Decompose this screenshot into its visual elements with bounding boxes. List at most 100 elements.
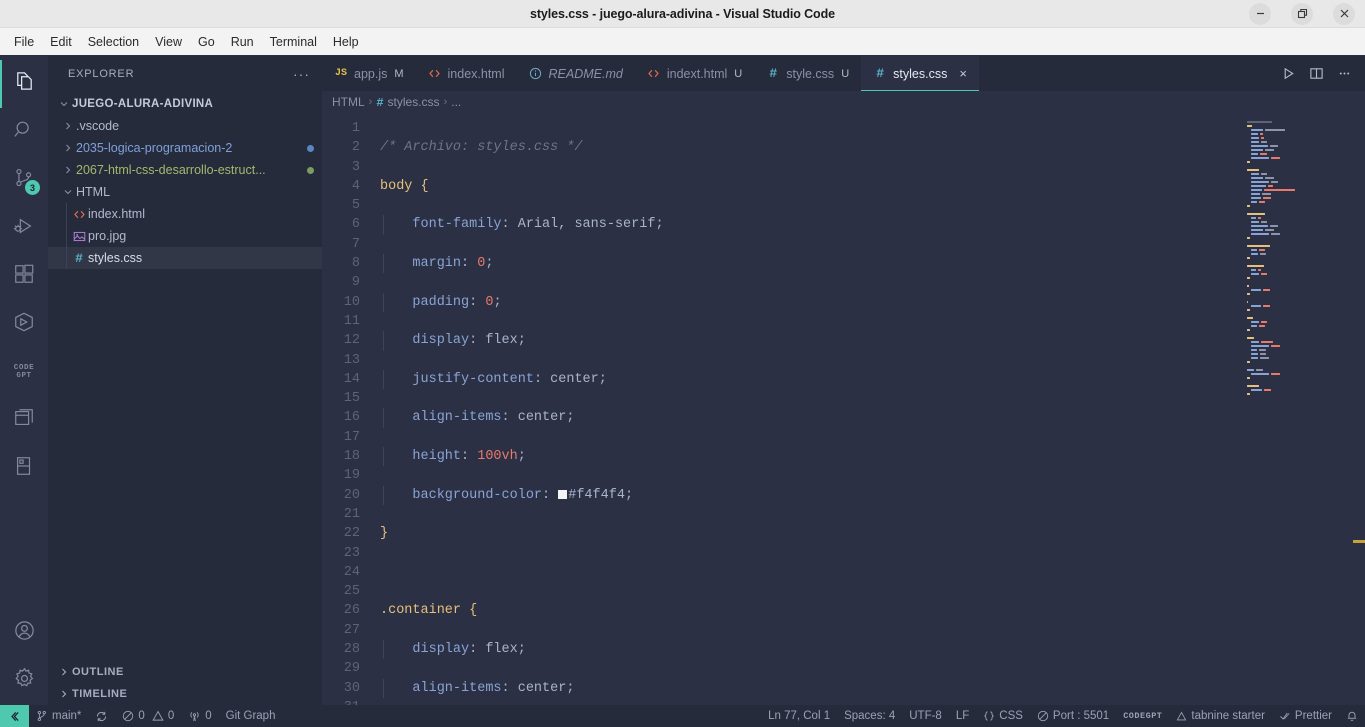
status-ports[interactable]: 0 (181, 705, 218, 727)
status-problems[interactable]: 0 0 (115, 705, 181, 727)
tree-item-vscode[interactable]: .vscode (48, 115, 322, 137)
status-language-mode[interactable]: CSS (976, 705, 1030, 727)
status-git-graph[interactable]: Git Graph (219, 705, 283, 727)
activity-database[interactable] (0, 444, 48, 492)
tab-index-html[interactable]: index.html (415, 56, 517, 91)
close-button[interactable] (1323, 0, 1365, 28)
more-actions-button[interactable] (1331, 61, 1357, 87)
status-notifications[interactable] (1339, 705, 1365, 727)
status-cursor-position[interactable]: Ln 77, Col 1 (761, 705, 837, 727)
status-remote-indicator[interactable] (0, 705, 29, 727)
activity-settings[interactable] (0, 657, 48, 705)
line-number-gutter: 1 2 3 4 5 6 7 8 9 10 11 12 13 14 15 16 17 18 19 20 21 22 23 24 2… (322, 113, 374, 705)
split-editor-button[interactable] (1303, 61, 1329, 87)
tree-item-styles-css[interactable]: # styles.css (48, 247, 322, 269)
tree-item-html-css-desarrollo[interactable]: 2067-html-css-desarrollo-estruct... (48, 159, 322, 181)
menu-file[interactable]: File (6, 32, 42, 52)
line-number: 16 (343, 410, 360, 426)
tree-item-html-folder[interactable]: HTML (48, 181, 322, 203)
menu-help[interactable]: Help (325, 32, 367, 52)
explorer-more-actions-icon[interactable]: ··· (293, 67, 310, 81)
css-icon: # (75, 250, 83, 266)
tree-item-logica-programacion[interactable]: 2035-logica-programacion-2 (48, 137, 322, 159)
activity-source-control[interactable]: 3 (0, 156, 48, 204)
tab-close-icon[interactable]: × (959, 67, 967, 80)
chevron-right-icon (60, 142, 76, 154)
minimize-button[interactable] (1239, 0, 1281, 28)
source-control-badge: 3 (25, 180, 40, 195)
files-icon (13, 70, 36, 98)
tab-app-js[interactable]: JS app.js M (322, 56, 416, 91)
activity-live-preview[interactable] (0, 396, 48, 444)
error-icon (123, 710, 134, 722)
restore-icon (1291, 2, 1313, 25)
tree-item-pro-jpg[interactable]: pro.jpg (48, 225, 322, 247)
window-controls (1239, 0, 1365, 28)
status-live-server-port[interactable]: Port : 5501 (1030, 705, 1116, 727)
section-outline[interactable]: OUTLINE (48, 661, 322, 683)
status-prettier[interactable]: Prettier (1272, 705, 1339, 727)
info-icon (529, 67, 543, 80)
tree-item-index-html[interactable]: index.html (48, 203, 322, 225)
file-tree[interactable]: JUEGO-ALURA-ADIVINA .vscode 2035-logica-… (48, 91, 322, 661)
menu-view[interactable]: View (147, 32, 190, 52)
menu-run[interactable]: Run (223, 32, 262, 52)
run-code-button[interactable] (1275, 61, 1301, 87)
tree-item-label: 2067-html-css-desarrollo-estruct... (76, 163, 266, 177)
tree-root-folder[interactable]: JUEGO-ALURA-ADIVINA (48, 93, 322, 115)
tree-item-label: .vscode (76, 119, 120, 133)
section-timeline[interactable]: TIMELINE (48, 683, 322, 705)
code-line: align-items: center; (380, 678, 1239, 698)
activity-codegpt[interactable]: CODE GPT (0, 348, 48, 396)
breadcrumb-item-html[interactable]: HTML (332, 95, 365, 109)
tab-readme-md[interactable]: README.md (516, 56, 635, 91)
code-content[interactable]: /* Archivo: styles.css */ body { font-fa… (374, 113, 1239, 705)
tab-label: README.md (548, 66, 623, 81)
line-number: 31 (322, 698, 374, 705)
activity-explorer[interactable] (0, 60, 48, 108)
line-number: 9 (351, 275, 360, 291)
overview-ruler[interactable] (1351, 113, 1365, 705)
activity-extensions[interactable] (0, 252, 48, 300)
branch-icon (37, 710, 46, 722)
activity-run-debug[interactable] (0, 204, 48, 252)
code-line: display: flex; (380, 331, 1239, 351)
breadcrumb-item-symbols[interactable]: ... (451, 95, 461, 109)
menu-terminal[interactable]: Terminal (262, 32, 325, 52)
status-encoding[interactable]: UTF-8 (902, 705, 949, 727)
line-number: 15 (343, 391, 360, 407)
line-number: 29 (343, 661, 360, 677)
line-number: 12 (343, 333, 360, 349)
status-git-branch[interactable]: main* (29, 705, 88, 727)
status-eol[interactable]: LF (949, 705, 976, 727)
status-bar-right: Ln 77, Col 1 Spaces: 4 UTF-8 LF CSS Port… (761, 705, 1365, 727)
tab-styles-css[interactable]: # styles.css × (861, 56, 979, 91)
tab-style-css[interactable]: # style.css U (754, 56, 862, 91)
activity-search[interactable] (0, 108, 48, 156)
menu-edit[interactable]: Edit (42, 32, 80, 52)
code-editor: 1 2 3 4 5 6 7 8 9 10 11 12 13 14 15 16 17 18 19 20 21 22 23 24 2… (322, 113, 1365, 705)
line-number: 10 (343, 294, 360, 310)
status-tabnine[interactable]: tabnine starter (1169, 705, 1272, 727)
status-warning-count: 0 (167, 710, 175, 722)
minimap[interactable] (1239, 113, 1351, 705)
circle-slash-icon (1037, 710, 1049, 722)
code-scroll-region[interactable]: 1 2 3 4 5 6 7 8 9 10 11 12 13 14 15 16 17 18 19 20 21 22 23 24 2… (322, 113, 1239, 705)
chevron-down-icon (60, 186, 76, 198)
section-label: OUTLINE (72, 666, 124, 678)
activity-docker[interactable] (0, 300, 48, 348)
tab-label: styles.css (893, 66, 948, 81)
tab-indext-html[interactable]: indext.html U (634, 56, 755, 91)
title-bar: styles.css - juego-alura-adivina - Visua… (0, 0, 1365, 28)
status-indentation[interactable]: Spaces: 4 (837, 705, 902, 727)
maximize-button[interactable] (1281, 0, 1323, 28)
menu-selection[interactable]: Selection (80, 32, 147, 52)
menu-go[interactable]: Go (190, 32, 223, 52)
activity-accounts[interactable] (0, 609, 48, 657)
sidebar-sections: OUTLINE TIMELINE (48, 661, 322, 705)
breadcrumb-item-styles-css[interactable]: # styles.css (376, 95, 439, 110)
status-codegpt[interactable]: CODEGPT (1116, 705, 1169, 727)
line-number: 24 (343, 564, 360, 580)
status-sync-changes[interactable] (88, 705, 115, 727)
workbench: 3 CODE GPT EXPLORER ··· JUEGO-ALURA-ADIV… (0, 56, 1365, 705)
